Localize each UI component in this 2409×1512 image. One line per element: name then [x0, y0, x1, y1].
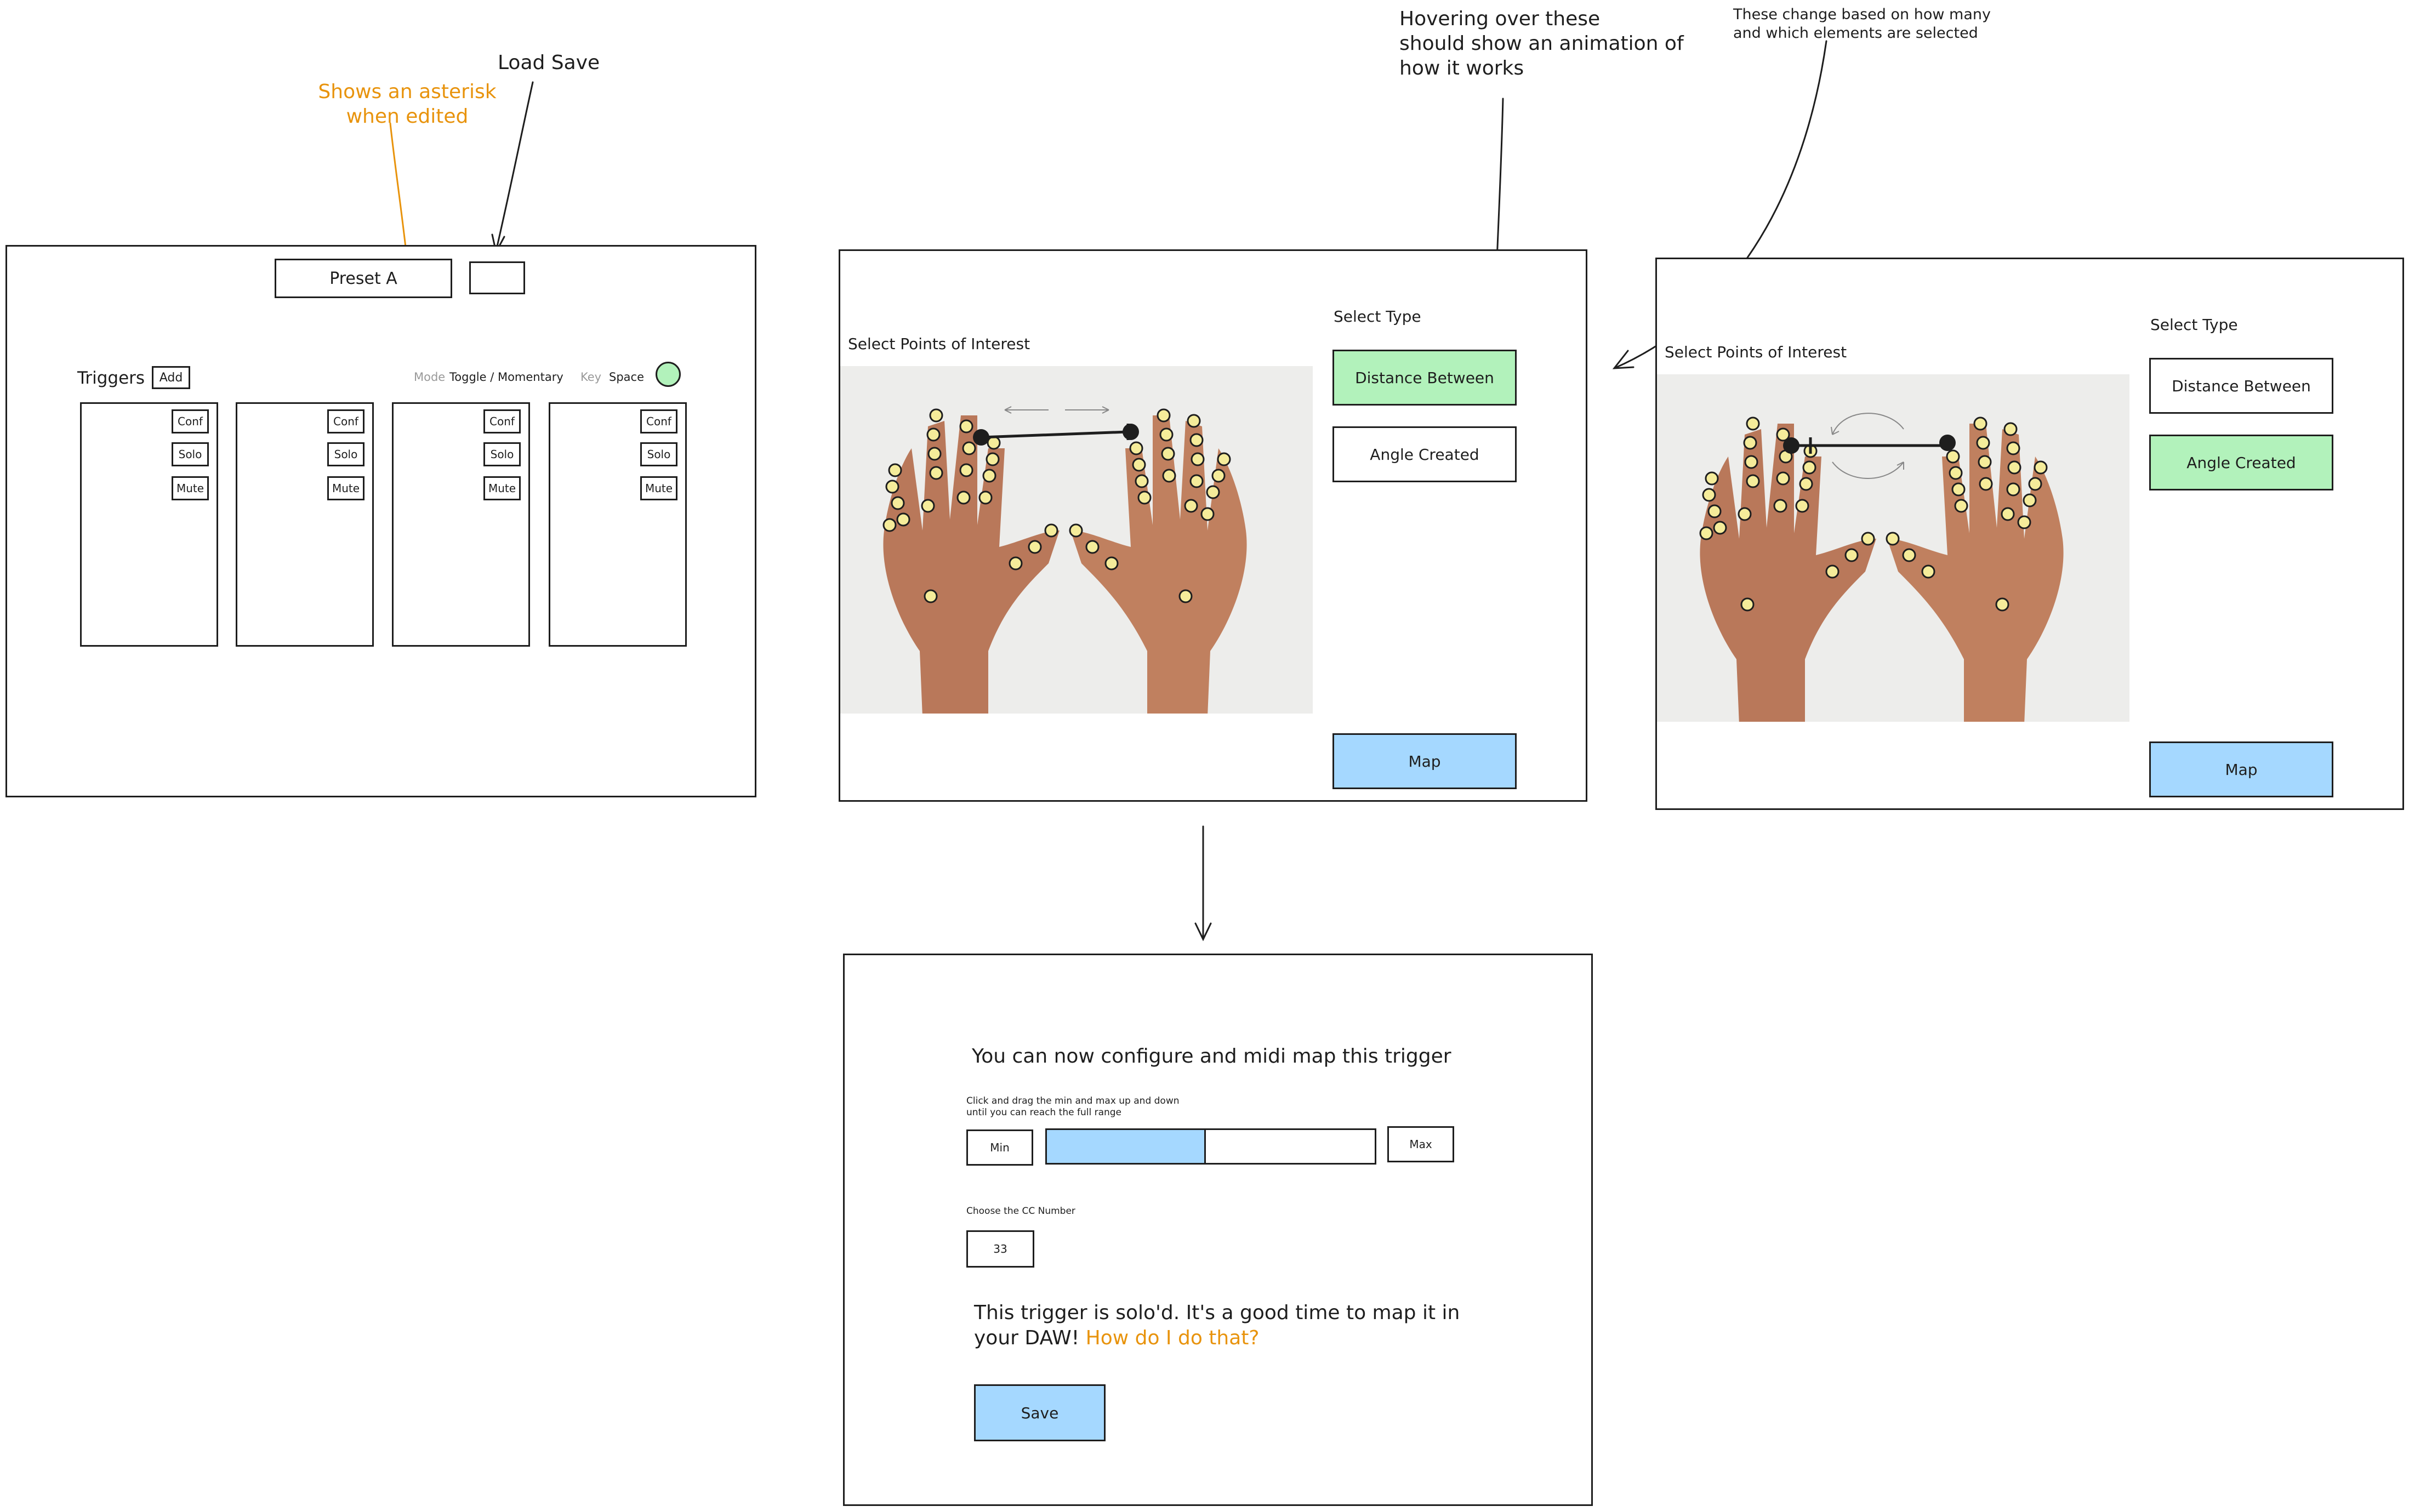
distance-between-option[interactable]: Distance Between	[2149, 358, 2333, 414]
conf-button[interactable]: Conf	[640, 409, 677, 433]
distance-between-option[interactable]: Distance Between	[1332, 350, 1517, 406]
change-annotation: These change based on how many and which…	[1733, 6, 1991, 42]
selected-landmark	[1783, 437, 1799, 454]
points-heading: Select Points of Interest	[848, 335, 1030, 353]
map-button[interactable]: Map	[2149, 741, 2333, 797]
key-value[interactable]: Space	[609, 370, 644, 384]
hand-landmarks[interactable]	[1657, 374, 2129, 722]
range-hint: Click and drag the min and max up and do…	[966, 1096, 1180, 1119]
cc-number-input[interactable]: 33	[966, 1230, 1034, 1268]
load-save-annotation: Load Save	[498, 52, 600, 74]
hand-landmark-image[interactable]	[1657, 374, 2129, 722]
solo-button[interactable]: Solo	[172, 442, 209, 466]
min-handle[interactable]: Min	[966, 1129, 1033, 1166]
configure-trigger-screen: You can now configure and midi map this …	[843, 954, 1593, 1506]
add-trigger-button[interactable]: Add	[152, 366, 190, 389]
cc-label: Choose the CC Number	[966, 1206, 1075, 1217]
angle-created-option[interactable]: Angle Created	[2149, 435, 2333, 490]
solo-message-daw: your DAW!	[974, 1327, 1080, 1349]
triggers-screen: Preset A Triggers Add Mode Toggle / Mome…	[5, 245, 756, 797]
save-button[interactable]: Save	[974, 1384, 1106, 1441]
selected-landmark	[973, 429, 989, 446]
preset-selector[interactable]: Preset A	[275, 259, 452, 298]
selected-landmark	[1939, 435, 1956, 451]
map-button[interactable]: Map	[1332, 733, 1517, 789]
select-points-screen-distance: Select Points of Interest Select Type Di…	[839, 249, 1587, 802]
status-indicator-dot	[656, 362, 681, 387]
mute-button[interactable]: Mute	[483, 476, 521, 500]
trigger-card[interactable]: Conf Solo Mute	[549, 402, 687, 647]
points-heading: Select Points of Interest	[1665, 343, 1847, 361]
mute-button[interactable]: Mute	[640, 476, 677, 500]
load-save-button[interactable]	[469, 261, 525, 294]
range-fill	[1047, 1130, 1206, 1163]
max-handle[interactable]: Max	[1387, 1126, 1454, 1162]
conf-button[interactable]: Conf	[483, 409, 521, 433]
mode-value[interactable]: Toggle / Momentary	[449, 370, 563, 384]
triggers-heading: Triggers	[77, 368, 145, 388]
mute-button[interactable]: Mute	[327, 476, 365, 500]
solo-message-line-1: This trigger is solo'd. It's a good time…	[974, 1302, 1460, 1324]
conf-button[interactable]: Conf	[172, 409, 209, 433]
hand-landmark-image[interactable]	[840, 366, 1313, 714]
select-points-screen-angle: Select Points of Interest Select Type Di…	[1655, 258, 2404, 810]
solo-button[interactable]: Solo	[327, 442, 365, 466]
key-label: Key	[580, 370, 602, 384]
trigger-card[interactable]: Conf Solo Mute	[236, 402, 374, 647]
selected-landmark	[1123, 424, 1139, 440]
mute-button[interactable]: Mute	[172, 476, 209, 500]
type-heading: Select Type	[2150, 316, 2238, 334]
solo-message-line-2: your DAW! How do I do that?	[974, 1326, 1460, 1351]
solo-button[interactable]: Solo	[483, 442, 521, 466]
configure-heading: You can now configure and midi map this …	[972, 1045, 1451, 1068]
angle-created-option[interactable]: Angle Created	[1332, 426, 1517, 482]
trigger-card[interactable]: Conf Solo Mute	[80, 402, 218, 647]
solo-button[interactable]: Solo	[640, 442, 677, 466]
type-heading: Select Type	[1334, 307, 1421, 326]
range-track[interactable]	[1045, 1128, 1376, 1165]
solo-message: This trigger is solo'd. It's a good time…	[974, 1300, 1460, 1351]
help-link[interactable]: How do I do that?	[1086, 1327, 1260, 1349]
mode-label: Mode	[414, 370, 446, 384]
hand-landmarks[interactable]	[840, 366, 1313, 714]
hover-annotation: Hovering over these should show an anima…	[1399, 8, 1684, 79]
asterisk-annotation: Shows an asterisk when edited	[318, 81, 497, 128]
trigger-card[interactable]: Conf Solo Mute	[392, 402, 530, 647]
conf-button[interactable]: Conf	[327, 409, 365, 433]
